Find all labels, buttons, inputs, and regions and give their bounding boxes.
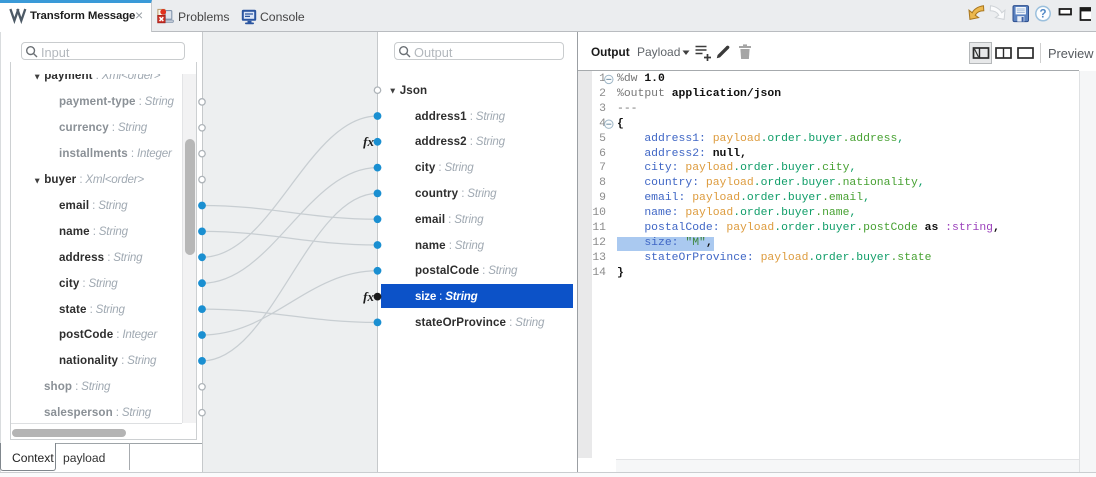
svg-text:?: ? <box>1039 9 1046 21</box>
